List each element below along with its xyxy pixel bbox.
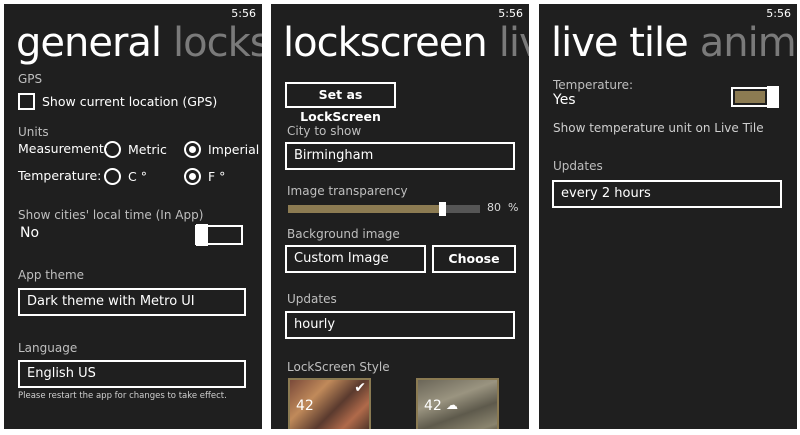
updates-label: Updates [287, 292, 337, 306]
pivot-item-animation[interactable]: animation [700, 20, 797, 66]
language-picker[interactable]: English US [18, 360, 246, 388]
checkmark-icon: ✔ [354, 380, 366, 396]
transparency-value: 80 % [487, 201, 518, 214]
transparency-unit: % [508, 201, 519, 214]
radio-celsius-label: C ° [128, 169, 147, 184]
style-temperature: 42 [296, 398, 314, 414]
toggle-knob [196, 224, 208, 246]
radio-metric-label: Metric [128, 142, 167, 157]
radio-fahrenheit[interactable] [184, 168, 201, 185]
slider-fill [288, 205, 439, 213]
lockscreen-style-option-2[interactable]: 42 ☁ [416, 378, 499, 429]
transparency-slider[interactable] [288, 202, 480, 216]
toggle-knob [767, 86, 779, 108]
lockscreen-settings-screen: 5:56 lockscreen live tile Set as LockScre… [271, 4, 529, 429]
lockscreen-style-label: LockScreen Style [287, 360, 390, 374]
city-picker[interactable]: Birmingham [285, 142, 515, 170]
updates-label: Updates [553, 159, 603, 173]
pivot-item-lockscreen[interactable]: lockscreen [283, 20, 488, 66]
pivot-item-lockscreen[interactable]: lockscreen [173, 20, 262, 66]
app-theme-label: App theme [18, 268, 85, 282]
lockscreen-style-option-1[interactable]: ✔ 42 [288, 378, 371, 429]
radio-fahrenheit-label: F ° [208, 169, 226, 184]
units-section-label: Units [18, 125, 49, 139]
choose-button[interactable]: Choose [432, 245, 516, 273]
transparency-number: 80 [487, 201, 501, 214]
status-time: 5:56 [766, 7, 791, 20]
pivot-header: live tileanimation [551, 20, 797, 66]
local-time-value: No [20, 225, 40, 241]
pivot-header: generallockscreen [16, 20, 262, 66]
toggle-fill [735, 91, 765, 103]
restart-note: Please restart the app for changes to ta… [18, 391, 227, 401]
gps-section-label: GPS [18, 72, 43, 86]
radio-celsius[interactable] [104, 168, 121, 185]
status-time: 5:56 [498, 7, 523, 20]
radio-imperial-label: Imperial [208, 142, 260, 157]
slider-thumb[interactable] [439, 202, 446, 216]
cloud-icon: ☁ [446, 398, 458, 412]
radio-metric[interactable] [104, 141, 121, 158]
pivot-item-general[interactable]: general [16, 20, 162, 66]
language-label: Language [18, 341, 78, 355]
local-time-label: Show cities' local time (In App) [18, 208, 204, 222]
transparency-label: Image transparency [287, 184, 408, 198]
temperature-value: Yes [553, 92, 576, 108]
radio-imperial[interactable] [184, 141, 201, 158]
temperature-label: Temperature: [553, 78, 634, 92]
temperature-toggle[interactable] [731, 86, 779, 108]
app-theme-picker[interactable]: Dark theme with Metro UI [18, 288, 246, 316]
updates-picker[interactable]: hourly [285, 311, 515, 339]
background-image-label: Background image [287, 227, 400, 241]
city-label: City to show [287, 124, 362, 138]
updates-picker[interactable]: every 2 hours [552, 180, 782, 208]
gps-checkbox-label: Show current location (GPS) [42, 94, 218, 109]
live-tile-settings-screen: 5:56 live tileanimation Temperature: Yes… [539, 4, 797, 429]
background-image-picker[interactable]: Custom Image [285, 245, 426, 273]
measurement-label: Measurement: [18, 141, 109, 156]
local-time-toggle[interactable] [195, 224, 243, 246]
pivot-item-live-tile[interactable]: live tile [551, 20, 689, 66]
set-as-lockscreen-button[interactable]: Set as LockScreen [285, 82, 396, 124]
gps-checkbox[interactable] [18, 93, 35, 110]
status-time: 5:56 [231, 7, 256, 20]
unit-note: Show temperature unit on Live Tile [553, 121, 764, 135]
general-settings-screen: 5:56 generallockscreen GPS Show current … [4, 4, 262, 429]
pivot-header: lockscreen live tile [283, 20, 529, 66]
pivot-item-live-tile[interactable]: live tile [499, 20, 529, 66]
style-temperature: 42 [424, 398, 442, 414]
temperature-unit-label: Temperature: [18, 168, 102, 183]
